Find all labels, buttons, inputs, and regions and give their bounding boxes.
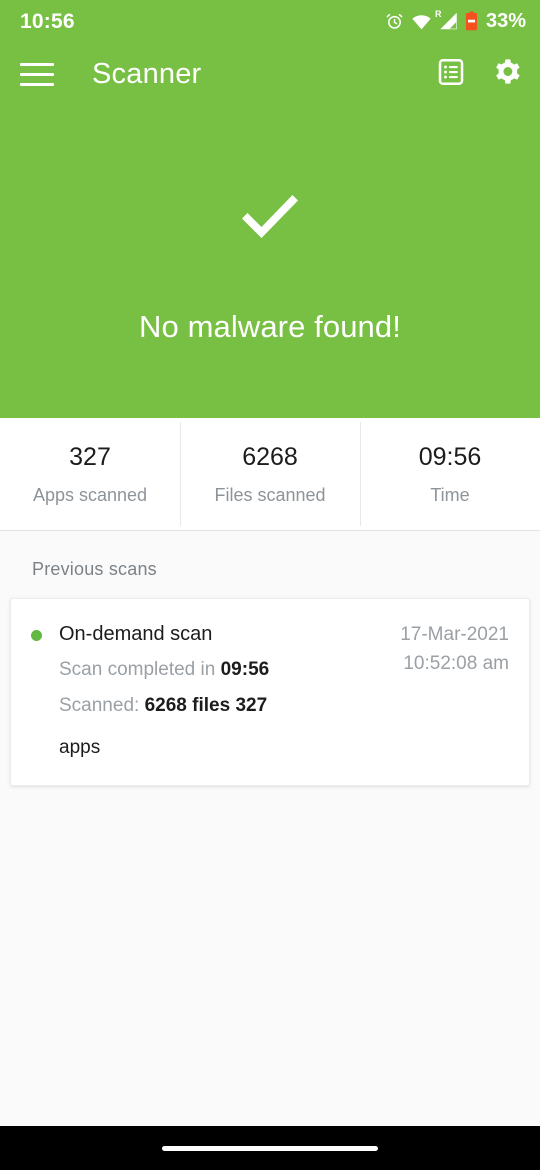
- scan-entry-details: On-demand scan Scan completed in 09:56 S…: [31, 621, 388, 759]
- wifi-icon: [411, 13, 432, 30]
- stat-label: Time: [430, 484, 470, 505]
- scan-duration-value: 09:56: [220, 659, 270, 680]
- scan-duration-label: Scan completed in: [59, 659, 216, 680]
- previous-scans-section: Previous scans On-demand scan Scan compl…: [0, 531, 540, 1170]
- scan-entry-date: 17-Mar-2021: [400, 624, 509, 645]
- status-icon-group: R 33%: [385, 9, 526, 32]
- scan-entry-timestamp: 17-Mar-2021 10:52:08 am: [388, 621, 509, 678]
- scan-log-icon: [436, 57, 466, 92]
- stat-label: Files scanned: [214, 484, 326, 505]
- page-title: Scanner: [92, 57, 202, 90]
- stat-label: Apps scanned: [32, 484, 148, 505]
- settings-gear-icon: [492, 56, 523, 92]
- app-bar-actions: [434, 57, 524, 91]
- scanner-screen: 10:56 R 33% Scanner No malware found! 32…: [0, 0, 540, 1170]
- scan-entry-title: On-demand scan: [59, 623, 213, 645]
- scanned-files-count: 6268: [144, 694, 187, 716]
- hamburger-line: [20, 72, 54, 76]
- roaming-indicator: R: [434, 8, 442, 19]
- stat-files-scanned: 6268 Files scanned: [180, 418, 360, 530]
- stat-value: 09:56: [418, 442, 482, 471]
- battery-icon: [465, 11, 478, 31]
- scanned-apps-count: 327: [235, 694, 268, 716]
- alarm-icon: [385, 12, 404, 31]
- hamburger-menu-icon[interactable]: [20, 61, 54, 87]
- scanned-apps-unit: apps: [59, 737, 101, 759]
- scan-entry-duration: Scan completed in 09:56: [59, 656, 388, 684]
- hamburger-line: [20, 82, 54, 86]
- hamburger-line: [20, 62, 54, 66]
- scanned-files-unit: files: [192, 694, 231, 716]
- scan-log-button[interactable]: [434, 57, 468, 91]
- system-navigation-bar: [0, 1126, 540, 1170]
- section-header-previous-scans: Previous scans: [32, 559, 157, 579]
- stat-value: 6268: [242, 442, 298, 471]
- home-gesture-pill[interactable]: [162, 1145, 378, 1151]
- scan-entry-time: 10:52:08 am: [403, 652, 509, 674]
- status-badge: [31, 630, 42, 641]
- app-bar: Scanner: [0, 42, 540, 106]
- stat-scan-time: 09:56 Time: [360, 418, 540, 530]
- system-status-bar: 10:56 R 33%: [0, 0, 540, 42]
- list-item[interactable]: On-demand scan Scan completed in 09:56 S…: [10, 598, 530, 787]
- scan-result-hero: 10:56 R 33% Scanner No malware found!: [0, 0, 540, 418]
- scan-result-block: No malware found!: [0, 106, 540, 418]
- cellular-signal-icon: R: [435, 9, 458, 30]
- battery-percent-label: 33%: [485, 10, 526, 32]
- scan-result-message: No malware found!: [139, 309, 401, 344]
- scan-entry-counts: Scanned: 6268 files 327: [59, 692, 388, 720]
- scanned-label: Scanned:: [59, 694, 140, 716]
- status-clock: 10:56: [20, 9, 75, 33]
- stat-apps-scanned: 327 Apps scanned: [0, 418, 180, 530]
- scan-stats-row: 327 Apps scanned 6268 Files scanned 09:5…: [0, 418, 540, 531]
- stat-value: 327: [69, 442, 111, 471]
- check-mark-icon: [237, 190, 303, 247]
- settings-button[interactable]: [490, 57, 524, 91]
